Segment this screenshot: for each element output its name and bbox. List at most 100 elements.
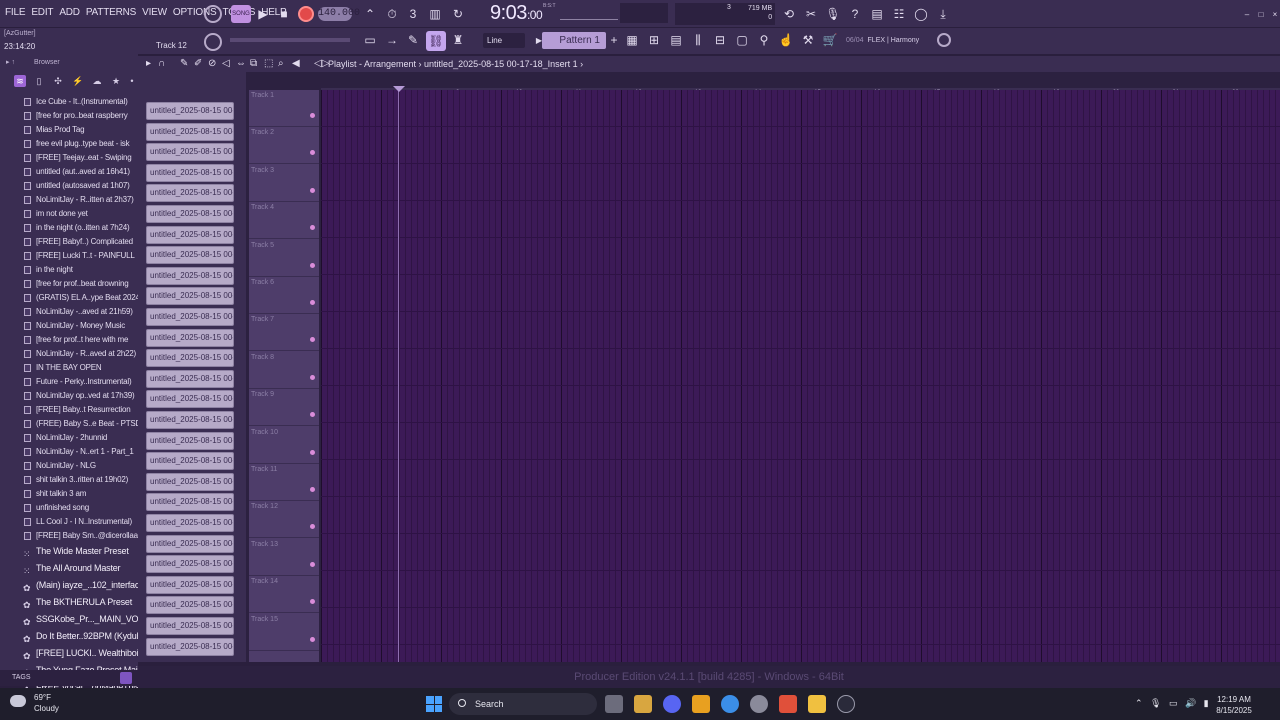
browser-item[interactable]: untitled (aut..aved at 16h41) (0, 165, 138, 179)
audio-clip[interactable]: untitled_2025-08-15 00-... (146, 555, 234, 574)
taskbar-search[interactable]: Search (449, 693, 597, 715)
menu-edit[interactable]: EDIT (31, 7, 53, 18)
track-mute-dot-icon[interactable] (310, 561, 315, 567)
audio-clip[interactable]: untitled_2025-08-15 00-... (146, 411, 234, 429)
position-slider[interactable] (230, 38, 350, 42)
audio-clip[interactable]: untitled_2025-08-15 00-... (146, 472, 234, 491)
chat-icon[interactable]: ◯ (912, 5, 930, 23)
browser-search-icon[interactable] (120, 672, 132, 684)
track-mute-dot-icon[interactable] (310, 113, 315, 118)
download-icon[interactable]: ⤓ (934, 5, 952, 23)
menu-view[interactable]: VIEW (142, 7, 167, 18)
audio-clip[interactable]: untitled_2025-08-15 00-... (146, 163, 234, 182)
piano-roll-icon[interactable]: ▤ (667, 31, 685, 49)
countdown-icon[interactable]: 3 (404, 5, 422, 23)
browser-preset-item[interactable]: ✿ (Main) iayze_..102_interface (0, 577, 138, 594)
browser-item[interactable]: IN THE BAY OPEN (0, 361, 138, 375)
waveform-icon[interactable]: ≋ (14, 75, 26, 87)
mixer-view-icon[interactable]: ⫼ (689, 31, 707, 49)
browser-item[interactable]: NoLimitJay - R..aved at 2h22) (0, 347, 138, 361)
playhead[interactable] (398, 86, 399, 662)
brave-app-icon[interactable] (779, 695, 797, 713)
loop-record-icon[interactable]: ↻ (449, 5, 467, 23)
browser-item[interactable]: unfinished song (0, 501, 138, 515)
mixer-icon[interactable]: ☷ (890, 5, 908, 23)
audio-clip[interactable]: untitled_2025-08-15 00-... (146, 143, 234, 162)
audio-clip[interactable]: untitled_2025-08-15 00-... (146, 493, 234, 512)
audio-clip[interactable]: untitled_2025-08-15 00-... (146, 205, 234, 223)
store-icon[interactable]: 🛒 (821, 31, 839, 49)
plugin-picker-icon[interactable]: ⚲ (755, 31, 773, 49)
audio-clip[interactable]: untitled_2025-08-15 00-... (146, 637, 234, 656)
browser-item[interactable]: NoLimitJay - Money Music (0, 319, 138, 333)
discord-app-icon[interactable] (663, 695, 681, 713)
audio-clip[interactable]: untitled_2025-08-15 00-... (146, 431, 234, 450)
audio-clip[interactable]: untitled_2025-08-15 00-... (146, 308, 234, 326)
more-icon[interactable]: • (126, 75, 138, 87)
audio-clip[interactable]: untitled_2025-08-15 00-... (146, 287, 234, 306)
help-icon[interactable]: ? (846, 5, 864, 23)
browser-item[interactable]: NoLimitJay - NLG (0, 459, 138, 473)
plug-icon[interactable]: ⚡ (72, 75, 84, 87)
track-header[interactable]: Track 15 (249, 614, 319, 651)
link-icon[interactable]: ⛓ (426, 31, 446, 51)
browser-preset-item[interactable]: ⁙ The All Around Master (0, 560, 138, 577)
channel-rack-icon[interactable]: ⊞ (645, 31, 663, 49)
zoom-icon[interactable]: ⌕ (278, 58, 284, 69)
plugin-news[interactable]: 06/04 FLEX | Harmony (846, 37, 919, 44)
track-header[interactable]: Track 12 (249, 501, 319, 539)
browser-item[interactable]: (GRATIS) EL A..ype Beat 2024 (0, 291, 138, 305)
track-mute-dot-icon[interactable] (310, 636, 315, 642)
star-icon[interactable]: ★ (110, 75, 122, 87)
taskbar-clock[interactable]: 12:19 AM 8/15/2025 (1212, 694, 1256, 716)
audio-clip[interactable]: untitled_2025-08-15 00-... (146, 184, 234, 203)
system-tray[interactable]: ⌃ 🎙 ▭ 🔊 ▮ (1135, 698, 1209, 709)
browser-preset-item[interactable]: ✿ The BKTHERULA Preset (0, 594, 138, 611)
audio-clip[interactable]: untitled_2025-08-15 00-... (146, 369, 234, 388)
track-header[interactable]: Track 1 (249, 90, 319, 127)
audio-clip[interactable]: untitled_2025-08-15 00-... (146, 266, 234, 285)
track-mute-dot-icon[interactable] (310, 225, 315, 231)
audio-clip[interactable]: untitled_2025-08-15 00-... (146, 390, 234, 409)
audio-clip[interactable]: untitled_2025-08-15 00-... (146, 617, 234, 635)
wait-input-icon[interactable]: ⏱ (383, 5, 401, 23)
cut-icon[interactable]: ✂ (802, 5, 820, 23)
browser-item[interactable]: Mias Prod Tag (0, 123, 138, 137)
speaker-icon[interactable]: ◀ (292, 58, 300, 69)
slice-icon[interactable]: ⧉ (250, 58, 257, 69)
song-mode-toggle[interactable]: SONG (231, 5, 251, 23)
cloud-icon[interactable]: ☁ (91, 75, 103, 87)
steam-app-icon[interactable] (750, 695, 768, 713)
browser-view-icon[interactable]: ⊟ (711, 31, 729, 49)
track-mute-dot-icon[interactable] (310, 300, 315, 305)
record-button[interactable] (298, 6, 314, 22)
stop-icon[interactable]: ■ (275, 5, 293, 23)
browser-item[interactable]: [FREE] Teejay..eat - Swiping (0, 151, 138, 165)
mute-icon[interactable]: ◁ (222, 58, 230, 69)
task-view-icon[interactable] (605, 695, 623, 713)
master-volume-slider[interactable] (560, 8, 618, 20)
menu-add[interactable]: ADD (59, 7, 80, 18)
browser-item[interactable]: NoLimitJay -..aved at 21h59) (0, 305, 138, 319)
browser-preset-item[interactable]: ✿ [FREE] LUCKI.. Wealthiboi.) (0, 645, 138, 662)
browser-item[interactable]: NoLimitJay op..ved at 17h39) (0, 389, 138, 403)
fl-app-icon[interactable] (692, 695, 710, 713)
audio-clip[interactable]: untitled_2025-08-15 00-... (146, 534, 234, 553)
browser-item[interactable]: [FREE] Babyf..) Complicated (0, 235, 138, 249)
step-edit-icon[interactable]: ▥ (426, 5, 444, 23)
audio-clip[interactable]: untitled_2025-08-15 00-... (146, 246, 234, 265)
arrangement-grid[interactable] (321, 90, 1280, 662)
playhead-marker-icon[interactable] (393, 86, 405, 92)
folder-app-icon[interactable] (808, 695, 826, 713)
browser-item[interactable]: free evil plug..type beat - isk (0, 137, 138, 151)
browser-item[interactable]: NoLimitJay - R..itten at 2h37) (0, 193, 138, 207)
track-mute-dot-icon[interactable] (310, 487, 315, 492)
browser-preset-item[interactable]: ✿ Do It Better..92BPM (Kyduh) (0, 628, 138, 645)
playlist-icon[interactable]: ▦ (623, 31, 641, 49)
tempo-display[interactable]: 140.000 (318, 7, 360, 21)
track-header[interactable]: Track 6 (249, 277, 319, 314)
browser-item[interactable]: [free for prof..beat drowning (0, 277, 138, 291)
piano-icon[interactable]: ▭ (361, 31, 379, 49)
tools-icon[interactable]: ⚒ (799, 31, 817, 49)
audio-clip[interactable]: untitled_2025-08-15 00-... (146, 575, 234, 594)
